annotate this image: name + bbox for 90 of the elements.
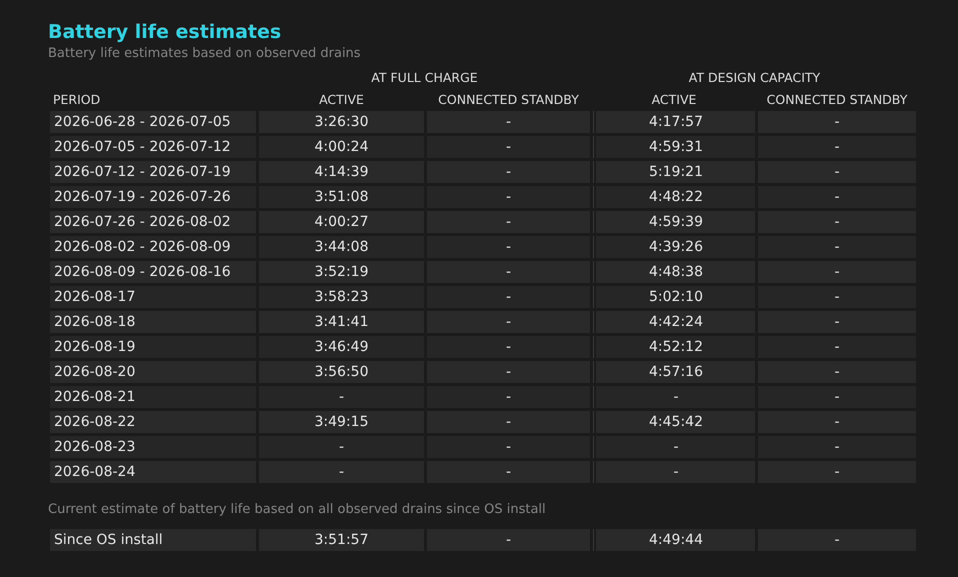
table-cell: - (758, 211, 916, 233)
table-cell: 4:45:42 (593, 411, 755, 433)
column-group-header: AT DESIGN CAPACITY (688, 70, 822, 84)
table-cell: - (593, 461, 755, 483)
table-cell: - (758, 361, 916, 383)
column-header: CONNECTED STANDBY (437, 92, 580, 106)
table-cell: 4:57:16 (593, 361, 755, 383)
table-cell: - (427, 236, 590, 258)
table-cell: 4:42:24 (593, 311, 755, 333)
table-cell: 2026-06-28 - 2026-07-05 (50, 111, 256, 133)
table-cell: - (427, 411, 590, 433)
table-cell: 2026-08-02 - 2026-08-09 (50, 236, 256, 258)
column-header: ACTIVE (318, 92, 365, 106)
column-group-header: AT FULL CHARGE (370, 70, 479, 84)
table-cell: 5:02:10 (593, 286, 755, 308)
table-cell: 2026-08-19 (50, 336, 256, 358)
table-cell: - (758, 111, 916, 133)
table-cell: - (758, 161, 916, 183)
table-cell: 4:00:27 (259, 211, 424, 233)
table-cell: - (427, 361, 590, 383)
table-cell: 3:46:49 (259, 336, 424, 358)
footer-caption: Current estimate of battery life based on all observed drains since OS install (48, 501, 547, 519)
table-cell: 4:52:12 (593, 336, 755, 358)
table-cell: 2026-08-17 (50, 286, 256, 308)
table-cell: - (758, 186, 916, 208)
table-cell: - (427, 286, 590, 308)
table-cell: - (758, 529, 916, 551)
table-cell: - (427, 161, 590, 183)
table-cell: - (427, 436, 590, 458)
table-cell: 2026-07-12 - 2026-07-19 (50, 161, 256, 183)
table-cell: - (427, 211, 590, 233)
table-cell: - (427, 186, 590, 208)
table-cell: 4:49:44 (593, 529, 755, 551)
table-cell: 2026-08-23 (50, 436, 256, 458)
table-cell: 2026-07-05 - 2026-07-12 (50, 136, 256, 158)
table-cell: - (427, 136, 590, 158)
table-cell: Since OS install (50, 529, 256, 551)
table-cell: - (593, 386, 755, 408)
section-title: Battery life estimates (48, 20, 282, 44)
table-cell: - (758, 261, 916, 283)
table-cell: 3:49:15 (259, 411, 424, 433)
table-cell: 4:59:39 (593, 211, 755, 233)
table-cell: - (758, 286, 916, 308)
table-cell: - (427, 261, 590, 283)
table-cell: - (593, 436, 755, 458)
table-cell: 3:56:50 (259, 361, 424, 383)
table-cell: - (427, 529, 590, 551)
column-header: ACTIVE (650, 92, 698, 106)
table-cell: - (427, 336, 590, 358)
table-cell: 2026-07-26 - 2026-08-02 (50, 211, 256, 233)
table-cell: - (259, 386, 424, 408)
table-cell: 3:44:08 (259, 236, 424, 258)
table-cell: 2026-08-09 - 2026-08-16 (50, 261, 256, 283)
table-cell: - (758, 436, 916, 458)
table-cell: 2026-08-20 (50, 361, 256, 383)
table-cell: 3:51:08 (259, 186, 424, 208)
table-cell: 2026-08-22 (50, 411, 256, 433)
table-cell: 4:48:22 (593, 186, 755, 208)
table-cell: - (259, 436, 424, 458)
section-subtitle: Battery life estimates based on observed drains (48, 45, 362, 63)
table-cell: 3:26:30 (259, 111, 424, 133)
table-cell: 3:51:57 (259, 529, 424, 551)
table-cell: - (427, 461, 590, 483)
table-cell: - (758, 236, 916, 258)
table-cell: - (427, 311, 590, 333)
table-cell: - (758, 136, 916, 158)
table-cell: 4:48:38 (593, 261, 755, 283)
column-header: CONNECTED STANDBY (766, 92, 908, 106)
table-cell: 4:00:24 (259, 136, 424, 158)
table-cell: - (758, 461, 916, 483)
table-cell: 3:58:23 (259, 286, 424, 308)
table-cell: 3:52:19 (259, 261, 424, 283)
table-cell: - (758, 411, 916, 433)
table-cell: - (259, 461, 424, 483)
table-cell: 5:19:21 (593, 161, 755, 183)
table-cell: 4:17:57 (593, 111, 755, 133)
table-cell: 4:59:31 (593, 136, 755, 158)
table-cell: - (427, 111, 590, 133)
table-cell: - (758, 311, 916, 333)
table-cell: 2026-08-24 (50, 461, 256, 483)
table-cell: - (427, 386, 590, 408)
table-cell: - (758, 386, 916, 408)
column-header: PERIOD (52, 92, 102, 106)
table-cell: - (758, 336, 916, 358)
table-cell: 2026-08-21 (50, 386, 256, 408)
table-cell: 2026-07-19 - 2026-07-26 (50, 186, 256, 208)
table-cell: 4:39:26 (593, 236, 755, 258)
table-cell: 2026-08-18 (50, 311, 256, 333)
table-cell: 3:41:41 (259, 311, 424, 333)
table-cell: 4:14:39 (259, 161, 424, 183)
